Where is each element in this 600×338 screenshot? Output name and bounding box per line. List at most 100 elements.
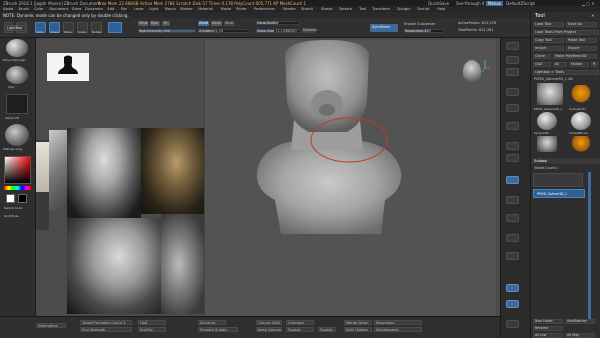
visible-button[interactable]: Visible — [569, 61, 589, 67]
brush-thumbnail[interactable] — [6, 39, 28, 57]
menu-help[interactable]: Help — [437, 7, 445, 12]
dynamic-button[interactable]: Dynamic — [302, 28, 317, 33]
load-tools-from-project-button[interactable]: Load Tools From Project — [533, 29, 599, 35]
close-icon[interactable]: ✕ — [591, 13, 594, 18]
menu-color[interactable]: Color — [34, 7, 43, 12]
menu-movie[interactable]: Movie — [221, 7, 232, 12]
reference-image-fungus-bust[interactable] — [67, 128, 141, 218]
menu-edit[interactable]: Edit — [108, 7, 115, 12]
r-button[interactable]: R — [591, 61, 599, 67]
local-button[interactable] — [506, 176, 519, 184]
close-holes-button[interactable]: Double — [286, 327, 314, 332]
paste-tool-button[interactable]: Paste Tool — [566, 37, 597, 43]
merge-down-button[interactable]: Merge Down — [344, 320, 372, 325]
menu-macro[interactable]: Macro — [165, 7, 176, 12]
symmetry-button[interactable]: SymMirror — [370, 24, 398, 32]
aahalf-button[interactable] — [506, 122, 519, 130]
menu-picker[interactable]: Picker — [236, 7, 247, 12]
mrgb-button[interactable]: Mrgb — [138, 21, 148, 26]
rgb-button[interactable]: Rgb — [150, 21, 160, 26]
menu-light[interactable]: Light — [149, 7, 158, 12]
transp-button[interactable] — [506, 320, 519, 328]
keep-groups-button[interactable]: Keep Groups — [256, 327, 282, 332]
menu-preferences[interactable]: Preferences — [254, 7, 275, 12]
all-button[interactable]: All — [553, 61, 567, 67]
active-tool-button[interactable] — [108, 22, 122, 33]
split-hidden-button[interactable]: Split Hidden — [344, 327, 372, 332]
zremesh-button[interactable]: Zremesh — [286, 320, 314, 325]
subdiv-button[interactable]: SubDiv — [138, 327, 166, 332]
rename-button[interactable]: Rename — [533, 325, 599, 331]
xyz-button[interactable] — [506, 196, 519, 204]
smooth-subdiv-button[interactable]: Smooth Subdiv — [198, 327, 238, 332]
proj-strength-slider[interactable]: Proj Strength — [80, 327, 132, 332]
edit-button[interactable]: Edit — [35, 22, 46, 34]
alternative-button[interactable]: Alternative — [36, 323, 66, 328]
sculpt-bust[interactable] — [205, 40, 497, 316]
all-high-button[interactable]: All High — [565, 332, 595, 338]
actual-button[interactable] — [506, 104, 519, 112]
export-button[interactable]: Export — [566, 45, 597, 51]
default-zscript-button[interactable]: DefaultZScript — [506, 1, 535, 6]
menu-document[interactable]: Document — [50, 7, 69, 12]
secondary-color-swatch[interactable] — [18, 194, 27, 203]
half-button[interactable]: Half — [138, 320, 166, 325]
viewport-3d[interactable] — [204, 40, 496, 316]
reference-image-portrait[interactable] — [49, 130, 67, 210]
lightbox-tools-button[interactable]: Lightbox > Tools — [533, 69, 599, 75]
make-polymesh3d-button[interactable]: Make PolyMesh3D — [553, 53, 597, 59]
gridmode-button[interactable]: GridMode — [4, 214, 18, 219]
draw-button[interactable]: Draw — [49, 22, 60, 34]
menu-texture[interactable]: Texture — [339, 7, 352, 12]
rotate-view-button[interactable] — [506, 284, 519, 292]
menu-zplugin[interactable]: Zplugin — [397, 7, 411, 12]
reference-image-clicker-color[interactable] — [141, 128, 205, 214]
bpr-button[interactable] — [506, 42, 519, 50]
m-button[interactable]: M — [162, 21, 170, 26]
tool-thumb-simplebrush[interactable] — [571, 112, 591, 130]
stroke-thumbnail[interactable] — [6, 66, 28, 84]
menu-layer[interactable]: Layer — [134, 7, 144, 12]
persp-button[interactable] — [506, 142, 519, 150]
zcut-button[interactable]: Zcut — [224, 21, 235, 26]
window-controls[interactable]: ▁ ▢ ✕ — [582, 1, 595, 6]
move-button[interactable]: Move — [63, 22, 74, 34]
tool-thumb-sphere[interactable] — [537, 112, 557, 130]
color-picker[interactable] — [4, 156, 31, 184]
zoom-button[interactable] — [506, 88, 519, 96]
menu-render[interactable]: Render — [283, 7, 296, 12]
menu-tool[interactable]: Tool — [359, 7, 366, 12]
menu-alpha[interactable]: Alpha — [3, 7, 13, 12]
autoreorder-button[interactable]: AutoReorder — [565, 318, 595, 324]
tool-thumb-bust[interactable] — [537, 136, 557, 152]
save-as-button[interactable]: Save As — [566, 21, 597, 27]
menu-draw[interactable]: Draw — [72, 7, 81, 12]
target-polygons-slider[interactable]: Target Polygons Count 5 — [80, 320, 132, 325]
resolution-button[interactable]: Resolution — [374, 320, 422, 325]
subtool-header[interactable]: Subtool — [531, 158, 600, 164]
reference-image-clicker-sculpt[interactable] — [67, 218, 161, 314]
groups-split-button[interactable]: Groups Split — [256, 320, 282, 325]
subtool-slot[interactable] — [533, 173, 583, 187]
scale-button[interactable]: Scale — [77, 22, 88, 34]
switch-color-button[interactable]: Switch Color — [4, 206, 23, 211]
menu-stroke[interactable]: Stroke — [321, 7, 332, 12]
main-color-swatch[interactable] — [6, 194, 15, 203]
enable-customize-button[interactable]: Enable Customize — [404, 22, 435, 27]
alpha-thumbnail[interactable] — [6, 94, 28, 114]
spix-button[interactable] — [506, 56, 519, 64]
double-button[interactable]: Double — [318, 327, 336, 332]
tool-thumb-current[interactable] — [537, 83, 563, 105]
menu-file[interactable]: File — [121, 7, 127, 12]
hue-strip[interactable] — [4, 186, 31, 190]
reference-image-side[interactable] — [161, 214, 205, 314]
menu-zscript[interactable]: Zscript — [417, 7, 429, 12]
floor-button[interactable] — [506, 154, 519, 162]
zsub-button[interactable]: Zsub — [211, 21, 222, 26]
menu-stencil[interactable]: Stencil — [301, 7, 313, 12]
lightbox-button[interactable]: LightBox — [4, 25, 26, 31]
menu-dynamics[interactable]: Dynamics — [85, 7, 103, 12]
tool-thumb-cylinder[interactable] — [571, 85, 591, 103]
multiappend-button[interactable]: MultiAppend — [374, 327, 422, 332]
subtool-scrollbar[interactable] — [588, 172, 591, 322]
